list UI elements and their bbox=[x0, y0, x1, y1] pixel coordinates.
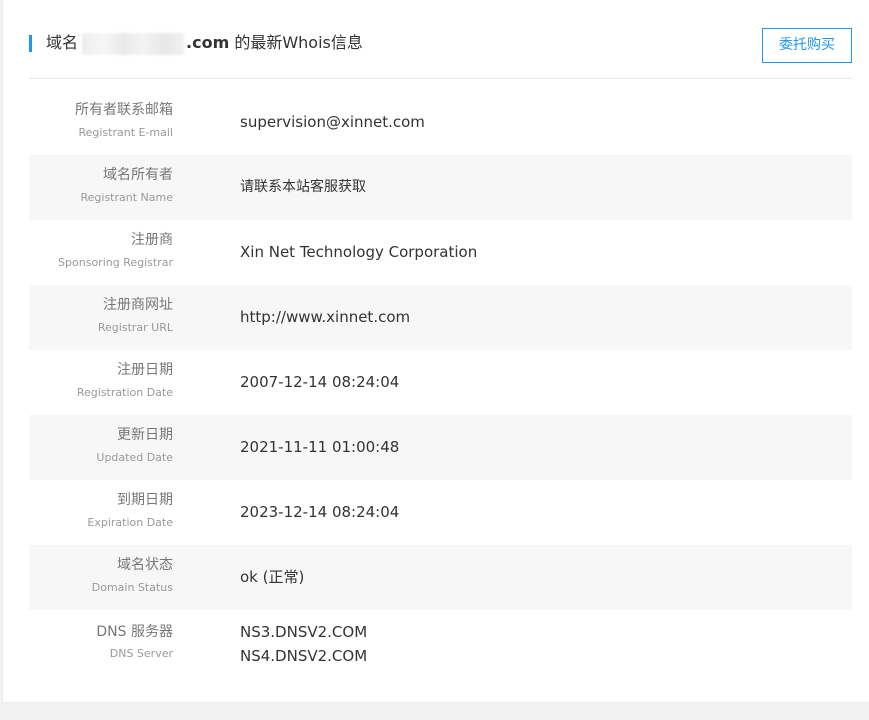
label-en: Sponsoring Registrar bbox=[58, 256, 173, 269]
whois-info-table: 所有者联系邮箱 Registrant E-mail supervision@xi… bbox=[29, 90, 852, 690]
row-sponsoring-registrar: 注册商 Sponsoring Registrar Xin Net Technol… bbox=[29, 220, 852, 285]
row-dns-server: DNS 服务器 DNS Server NS3.DNSV2.COM NS4.DNS… bbox=[29, 610, 852, 690]
label-en: Registrar URL bbox=[97, 321, 173, 334]
label-cn: 域名状态 bbox=[117, 557, 173, 573]
value-registrant-name: 请联系本站客服获取 bbox=[240, 179, 366, 195]
value-registration-date: 2007-12-14 08:24:04 bbox=[240, 373, 400, 391]
label-cn: 注册商 bbox=[131, 232, 173, 248]
row-registrant-email: 所有者联系邮箱 Registrant E-mail supervision@xi… bbox=[29, 90, 852, 155]
label-cn: DNS 服务器 bbox=[96, 624, 173, 640]
row-registration-date: 注册日期 Registration Date 2007-12-14 08:24:… bbox=[29, 350, 852, 415]
title-suffix: 的最新Whois信息 bbox=[229, 33, 363, 52]
value-updated-date: 2021-11-11 01:00:48 bbox=[240, 438, 400, 456]
title-accent-bar bbox=[29, 35, 32, 52]
label-cn: 注册商网址 bbox=[103, 297, 173, 313]
row-expiration-date: 到期日期 Expiration Date 2023-12-14 08:24:04 bbox=[29, 480, 852, 545]
label-cn: 所有者联系邮箱 bbox=[75, 102, 173, 118]
whois-card: 域名 .com 的最新Whois信息 委托购买 所有者联系邮箱 Registran… bbox=[3, 0, 869, 702]
entrust-purchase-button[interactable]: 委托购买 bbox=[762, 28, 852, 63]
label-en: Registrant Name bbox=[80, 191, 174, 204]
title-prefix: 域名 bbox=[46, 33, 79, 52]
label-en: Expiration Date bbox=[87, 516, 173, 529]
dns-server-1: NS3.DNSV2.COM bbox=[240, 623, 368, 641]
label-cn: 域名所有者 bbox=[103, 167, 173, 183]
label-en: Updated Date bbox=[96, 451, 173, 464]
value-expiration-date: 2023-12-14 08:24:04 bbox=[240, 503, 400, 521]
dns-server-2: NS4.DNSV2.COM bbox=[240, 647, 368, 665]
label-cn: 到期日期 bbox=[117, 492, 173, 508]
label-cn: 更新日期 bbox=[117, 427, 173, 443]
label-cn: 注册日期 bbox=[117, 362, 173, 378]
row-updated-date: 更新日期 Updated Date 2021-11-11 01:00:48 bbox=[29, 415, 852, 480]
value-registrant-email: supervision@xinnet.com bbox=[240, 113, 425, 131]
value-sponsoring-registrar: Xin Net Technology Corporation bbox=[240, 243, 478, 261]
page-title: 域名 .com 的最新Whois信息 bbox=[46, 32, 363, 55]
label-en: Registrant E-mail bbox=[78, 126, 173, 139]
blurred-domain-name bbox=[82, 32, 185, 55]
row-domain-status: 域名状态 Domain Status ok (正常) bbox=[29, 545, 852, 610]
row-registrant-name: 域名所有者 Registrant Name 请联系本站客服获取 bbox=[29, 155, 852, 220]
label-en: Registration Date bbox=[76, 386, 173, 399]
value-dns-servers: NS3.DNSV2.COM NS4.DNSV2.COM bbox=[240, 620, 367, 668]
label-en: Domain Status bbox=[91, 581, 173, 594]
label-en: DNS Server bbox=[109, 647, 173, 660]
value-domain-status: ok (正常) bbox=[240, 568, 305, 586]
row-registrar-url: 注册商网址 Registrar URL http://www.xinnet.co… bbox=[29, 285, 852, 350]
value-registrar-url: http://www.xinnet.com bbox=[240, 308, 411, 326]
whois-header: 域名 .com 的最新Whois信息 委托购买 bbox=[29, 0, 852, 79]
title-domain-suffix: .com bbox=[186, 33, 230, 52]
